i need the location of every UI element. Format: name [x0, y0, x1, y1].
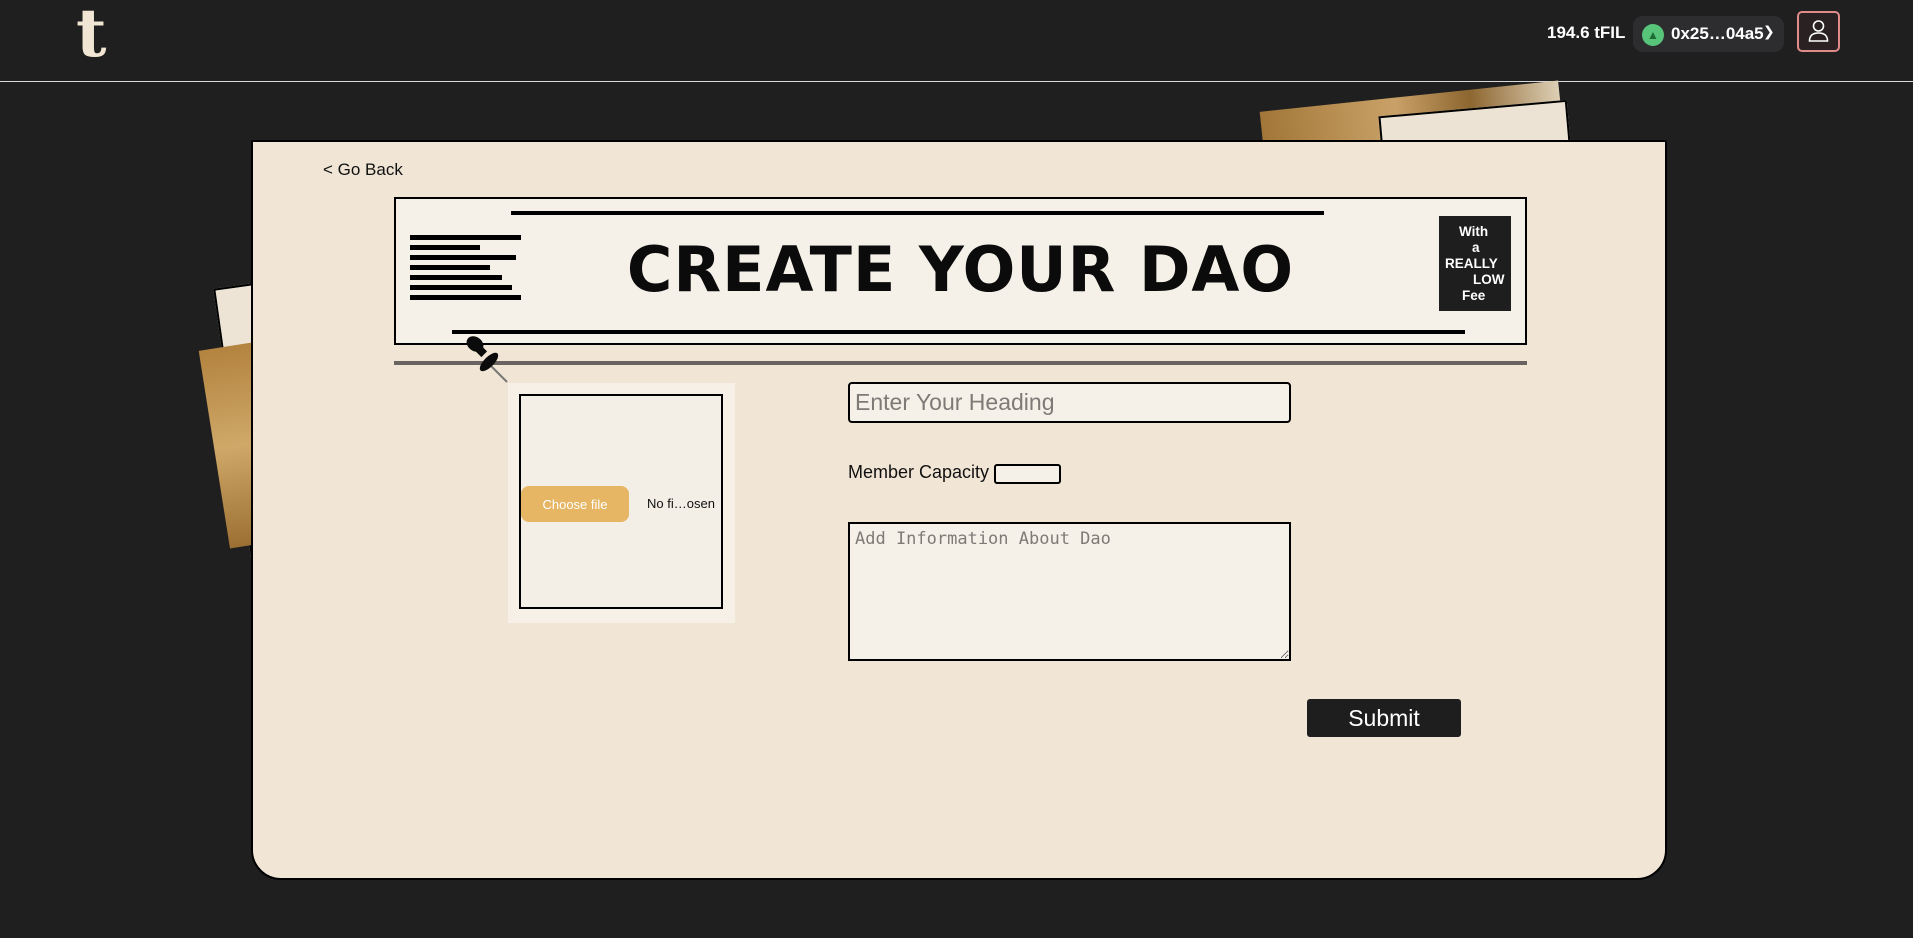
wallet-balance: 194.6 tFIL	[1547, 23, 1626, 42]
page-title: CREATE YOUR DAO	[626, 233, 1295, 306]
member-capacity-label: Member Capacity	[848, 462, 990, 482]
choose-file-button[interactable]: Choose file	[521, 486, 629, 522]
divider	[394, 361, 1527, 365]
chevron-down-icon: ❯	[1763, 23, 1775, 39]
tree-avatar-icon: ▲	[1642, 24, 1664, 46]
banner-rule-top	[511, 211, 1324, 215]
account-address: 0x25…04a5	[1671, 24, 1764, 43]
go-back-link[interactable]: < Go Back	[323, 160, 403, 180]
account-button[interactable]: ▲ 0x25…04a5 ❯	[1633, 16, 1784, 52]
dao-info-textarea[interactable]	[848, 522, 1291, 661]
file-status-text: No fi…osen	[647, 496, 715, 511]
app-logo[interactable]: t	[76, 0, 107, 66]
fee-badge: With a REALLY LOW Fee	[1439, 216, 1511, 311]
image-upload-dropzone[interactable]: Choose file No fi…osen	[519, 394, 723, 609]
submit-button[interactable]: Submit	[1307, 699, 1461, 737]
pushpin-icon	[466, 336, 508, 383]
fee-badge-line: Fee	[1462, 288, 1486, 303]
newspaper-banner: CREATE YOUR DAO With a REALLY LOW Fee	[394, 197, 1527, 345]
member-capacity-input[interactable]	[994, 464, 1061, 484]
heading-input[interactable]	[848, 382, 1291, 423]
fee-badge-line: LOW	[1473, 272, 1505, 287]
create-dao-card: < Go Back CREATE YOUR DAO With a REALLY …	[251, 140, 1667, 880]
banner-rule-bottom	[452, 330, 1465, 334]
profile-button[interactable]	[1797, 11, 1840, 52]
fee-badge-line: REALLY	[1445, 256, 1498, 271]
fee-badge-line: a	[1472, 240, 1480, 255]
image-upload-frame: Choose file No fi…osen	[508, 383, 735, 623]
user-profile-icon	[1808, 20, 1829, 42]
fee-badge-line: With	[1459, 224, 1489, 239]
top-navbar: t 194.6 tFIL ▲ 0x25…04a5 ❯	[0, 0, 1913, 82]
